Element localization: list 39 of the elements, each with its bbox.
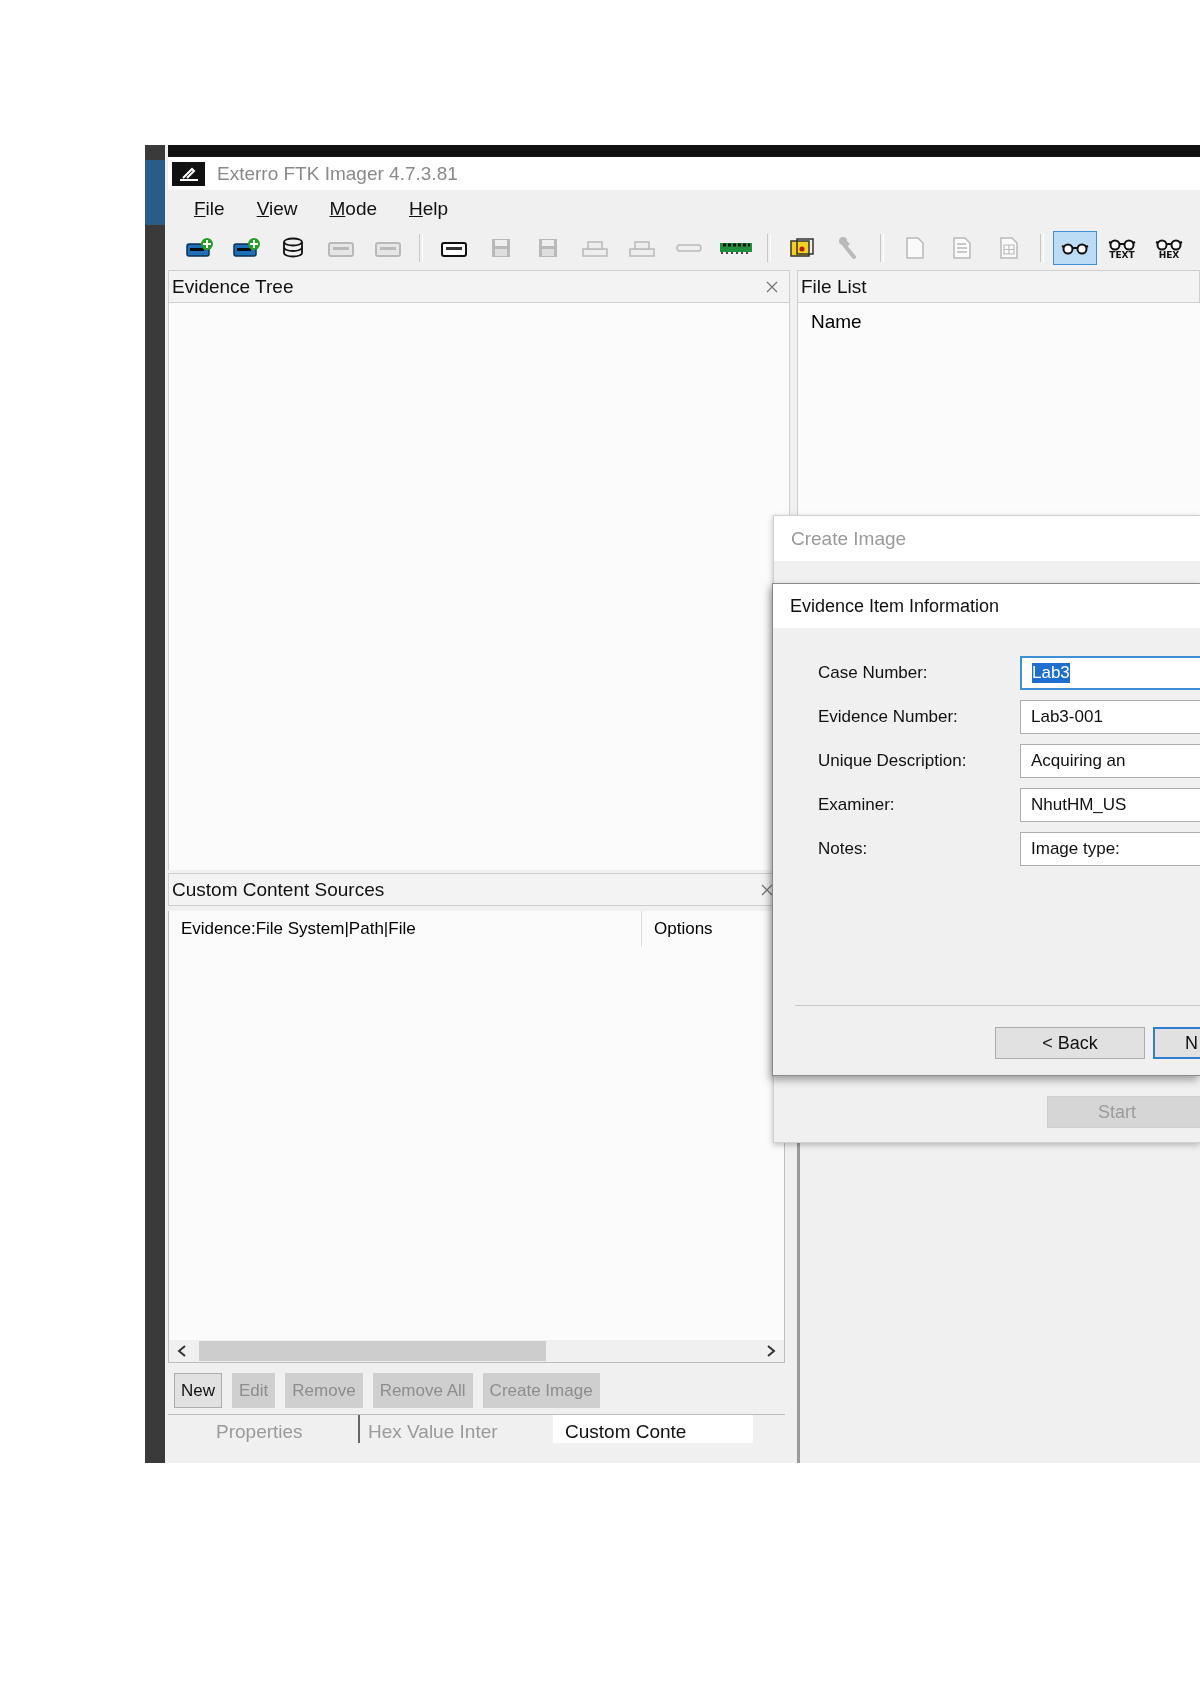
window-title: Exterro FTK Imager 4.7.3.81 bbox=[217, 162, 458, 185]
panel-title: File List bbox=[801, 275, 867, 298]
input-field[interactable]: Lab3-001 bbox=[1020, 700, 1200, 734]
menu-item[interactable]: View bbox=[240, 194, 314, 224]
input-field[interactable]: NhutHM_US bbox=[1020, 788, 1200, 822]
input-field[interactable]: Acquiring an bbox=[1020, 744, 1200, 778]
close-icon[interactable] bbox=[765, 279, 779, 294]
sources-button[interactable]: New bbox=[174, 1373, 222, 1408]
toolbar-button[interactable] bbox=[1053, 231, 1097, 265]
glasses-icon bbox=[1060, 241, 1090, 255]
drive-plus-icon bbox=[185, 236, 215, 260]
field-label: Unique Description: bbox=[817, 751, 968, 771]
input-field[interactable]: Lab3 bbox=[1020, 656, 1200, 690]
field-label: Case Number: bbox=[817, 663, 929, 683]
dialog-title: Evidence Item Information bbox=[790, 595, 1000, 617]
column-header[interactable]: Name bbox=[798, 303, 862, 333]
column-header[interactable]: Evidence:File System|Path|File bbox=[169, 911, 642, 947]
next-button[interactable]: N bbox=[1153, 1027, 1200, 1059]
dialog-title: Create Image bbox=[791, 527, 907, 550]
menu-item[interactable]: Help bbox=[393, 194, 465, 224]
field-label: Evidence Number: bbox=[817, 707, 959, 727]
drive-plus-icon bbox=[232, 236, 262, 260]
toolbar-button[interactable]: HEX bbox=[1147, 231, 1191, 265]
close-icon[interactable] bbox=[760, 882, 774, 897]
toolbar-button[interactable]: TEXT bbox=[1100, 231, 1144, 265]
menu-item[interactable]: File bbox=[178, 194, 241, 224]
tab[interactable]: Custom Conte bbox=[553, 1415, 753, 1443]
column-header[interactable]: Options bbox=[642, 919, 713, 939]
field-label: Examiner: bbox=[817, 795, 896, 815]
menu-item[interactable]: Mode bbox=[313, 194, 393, 224]
panel-title: Custom Content Sources bbox=[172, 878, 385, 901]
input-field[interactable]: Image type: bbox=[1020, 832, 1200, 866]
tree-view[interactable] bbox=[168, 303, 790, 870]
horizontal-scrollbar[interactable] bbox=[169, 1340, 784, 1362]
app-logo-icon bbox=[172, 161, 205, 186]
field-label: Notes: bbox=[817, 839, 869, 859]
back-button[interactable]: < Back bbox=[995, 1027, 1145, 1059]
panel-title: Evidence Tree bbox=[172, 275, 294, 298]
box-icon bbox=[787, 236, 817, 260]
